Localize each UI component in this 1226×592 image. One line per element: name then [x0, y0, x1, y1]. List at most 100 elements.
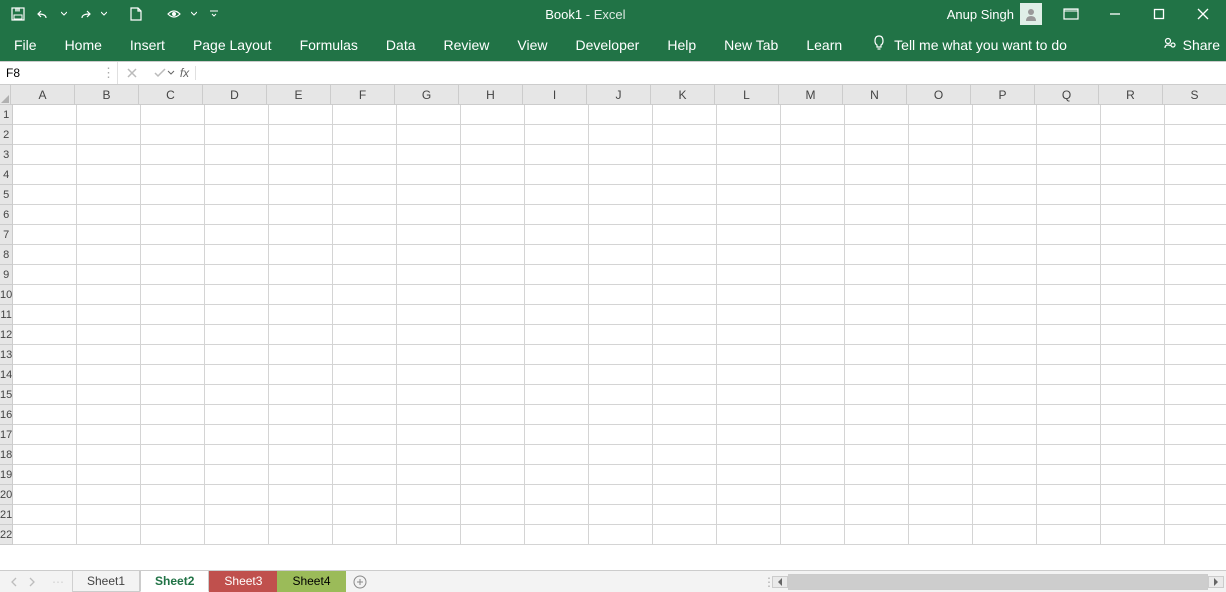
cell[interactable]	[653, 485, 717, 505]
cell[interactable]	[1037, 165, 1101, 185]
cell[interactable]	[461, 285, 525, 305]
cell[interactable]	[653, 325, 717, 345]
cell[interactable]	[397, 385, 461, 405]
row-header[interactable]: 22	[0, 525, 13, 545]
cell[interactable]	[205, 485, 269, 505]
cell[interactable]	[397, 145, 461, 165]
column-header[interactable]: B	[75, 85, 139, 104]
cell[interactable]	[1101, 185, 1165, 205]
cell[interactable]	[397, 245, 461, 265]
sheet-tab-sheet1[interactable]: Sheet1	[73, 571, 140, 592]
cell[interactable]	[1101, 465, 1165, 485]
cell[interactable]	[77, 445, 141, 465]
column-header[interactable]: P	[971, 85, 1035, 104]
cell[interactable]	[205, 305, 269, 325]
cell[interactable]	[461, 245, 525, 265]
cell[interactable]	[973, 105, 1037, 125]
cell[interactable]	[717, 125, 781, 145]
row-header[interactable]: 14	[0, 365, 13, 385]
cell[interactable]	[141, 465, 205, 485]
ribbon-tab-home[interactable]: Home	[51, 28, 116, 61]
cell[interactable]	[1037, 265, 1101, 285]
cell[interactable]	[1037, 125, 1101, 145]
cell[interactable]	[461, 105, 525, 125]
cell[interactable]	[13, 345, 77, 365]
cell[interactable]	[1037, 105, 1101, 125]
cell[interactable]	[269, 125, 333, 145]
cell[interactable]	[909, 265, 973, 285]
cell[interactable]	[205, 445, 269, 465]
cell[interactable]	[781, 305, 845, 325]
cell[interactable]	[781, 525, 845, 545]
cell[interactable]	[1037, 445, 1101, 465]
cell[interactable]	[269, 385, 333, 405]
column-header[interactable]: R	[1099, 85, 1163, 104]
cell[interactable]	[909, 245, 973, 265]
save-icon[interactable]	[8, 4, 28, 24]
cell[interactable]	[781, 425, 845, 445]
cell[interactable]	[653, 205, 717, 225]
cell[interactable]	[13, 225, 77, 245]
row-header[interactable]: 4	[0, 165, 13, 185]
cell[interactable]	[461, 485, 525, 505]
cell[interactable]	[973, 125, 1037, 145]
cell[interactable]	[589, 385, 653, 405]
row-header[interactable]: 7	[0, 225, 13, 245]
maximize-icon[interactable]	[1144, 4, 1174, 24]
cell[interactable]	[909, 345, 973, 365]
cell[interactable]	[781, 205, 845, 225]
sheet-nav-prev-icon[interactable]	[6, 574, 22, 590]
cell[interactable]	[397, 325, 461, 345]
cell[interactable]	[269, 265, 333, 285]
cell[interactable]	[1037, 465, 1101, 485]
cell[interactable]	[141, 485, 205, 505]
cell[interactable]	[13, 125, 77, 145]
cell[interactable]	[205, 365, 269, 385]
cell[interactable]	[589, 445, 653, 465]
cell[interactable]	[1165, 225, 1226, 245]
row-header[interactable]: 5	[0, 185, 13, 205]
cell[interactable]	[461, 325, 525, 345]
cell[interactable]	[1165, 525, 1226, 545]
cell[interactable]	[1165, 185, 1226, 205]
cell[interactable]	[589, 265, 653, 285]
scroll-thumb[interactable]	[789, 575, 1207, 589]
cell[interactable]	[1165, 125, 1226, 145]
close-icon[interactable]	[1188, 4, 1218, 24]
cell[interactable]	[589, 485, 653, 505]
cell[interactable]	[717, 445, 781, 465]
cell[interactable]	[1165, 105, 1226, 125]
cell[interactable]	[269, 365, 333, 385]
scroll-left-icon[interactable]	[772, 576, 788, 588]
cell[interactable]	[141, 185, 205, 205]
cell[interactable]	[269, 405, 333, 425]
cell[interactable]	[141, 405, 205, 425]
cell[interactable]	[13, 525, 77, 545]
cell[interactable]	[717, 425, 781, 445]
cell[interactable]	[333, 405, 397, 425]
cell[interactable]	[781, 325, 845, 345]
cell[interactable]	[141, 445, 205, 465]
cell[interactable]	[77, 185, 141, 205]
cell[interactable]	[589, 505, 653, 525]
row-header[interactable]: 11	[0, 305, 13, 325]
cell[interactable]	[333, 345, 397, 365]
redo-icon[interactable]	[74, 4, 94, 24]
cell[interactable]	[525, 405, 589, 425]
cell[interactable]	[781, 405, 845, 425]
cell[interactable]	[1165, 145, 1226, 165]
cell[interactable]	[781, 105, 845, 125]
cell[interactable]	[1037, 145, 1101, 165]
cell[interactable]	[973, 305, 1037, 325]
cell[interactable]	[397, 225, 461, 245]
cell[interactable]	[13, 505, 77, 525]
cancel-icon[interactable]	[118, 67, 146, 79]
undo-icon[interactable]	[34, 4, 54, 24]
cell[interactable]	[205, 505, 269, 525]
cell[interactable]	[205, 185, 269, 205]
cell[interactable]	[77, 325, 141, 345]
cell[interactable]	[205, 405, 269, 425]
cell[interactable]	[909, 285, 973, 305]
cell[interactable]	[653, 165, 717, 185]
cell[interactable]	[77, 425, 141, 445]
